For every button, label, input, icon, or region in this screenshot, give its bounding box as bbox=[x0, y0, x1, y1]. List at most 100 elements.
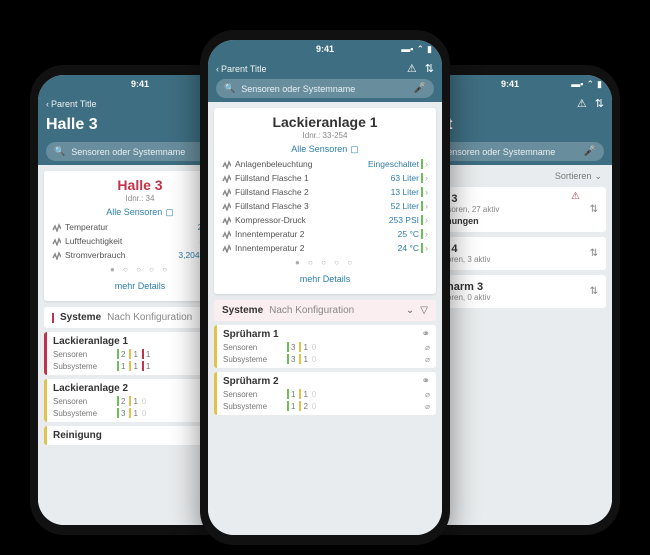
mute-icon[interactable]: ⌀ bbox=[425, 343, 430, 352]
filter-icon[interactable]: ⇅ bbox=[595, 97, 604, 110]
search-input[interactable] bbox=[241, 84, 407, 94]
systems-header: Systeme Nach Konfiguration ⌄▽ bbox=[214, 300, 436, 321]
sensor-icon bbox=[222, 216, 231, 225]
phone-center: 9:41 ▬▪⌃▮ ‹Parent Title ⚠︎⇅ 🔍 🎤 Lackiera… bbox=[200, 30, 450, 545]
mic-icon[interactable]: 🎤 bbox=[584, 146, 596, 157]
chevron-right-icon: › bbox=[425, 215, 428, 225]
stat-row: Sensoren 110 ⌀ bbox=[223, 387, 430, 399]
back-button[interactable]: ‹Parent Title bbox=[216, 64, 267, 74]
stat-label: Sensoren bbox=[53, 397, 113, 406]
chevron-left-icon: ‹ bbox=[216, 64, 219, 74]
external-icon: ▢ bbox=[165, 207, 174, 218]
all-sensors-link[interactable]: Alle Sensoren▢ bbox=[222, 144, 428, 155]
sensor-value: 253 PSI bbox=[389, 215, 419, 225]
sensor-label: Stromverbrauch bbox=[65, 250, 125, 260]
sensor-row[interactable]: Füllstand Flasche 2 13 Liter › bbox=[222, 185, 428, 199]
sensor-label: Anlagenbeleuchtung bbox=[235, 159, 313, 169]
search-icon: 🔍 bbox=[54, 146, 65, 157]
signal-icon: ▬▪ bbox=[401, 44, 413, 55]
more-details-link[interactable]: mehr Details bbox=[222, 270, 428, 288]
stat-label: Subsysteme bbox=[223, 355, 283, 364]
statusbar: 9:41 ▬▪⌃▮ bbox=[208, 40, 442, 58]
sensor-label: Temperatur bbox=[65, 222, 108, 232]
chevron-right-icon: › bbox=[425, 201, 428, 211]
settings-icon[interactable]: ⇅ bbox=[590, 248, 598, 259]
mute-icon[interactable]: ⌀ bbox=[425, 390, 430, 399]
sensor-icon bbox=[222, 244, 231, 253]
idnr: Idnr.: 33-254 bbox=[222, 131, 428, 140]
chevron-left-icon: ‹ bbox=[46, 99, 49, 109]
chevron-down-icon[interactable]: ⌄ bbox=[406, 305, 414, 316]
sensor-value: 13 Liter bbox=[391, 187, 419, 197]
card-title: Lackieranlage 1 bbox=[222, 114, 428, 130]
chevron-right-icon: › bbox=[425, 187, 428, 197]
chevron-right-icon: › bbox=[425, 159, 428, 169]
settings-icon[interactable]: ⇅ bbox=[590, 204, 598, 215]
sensor-icon bbox=[52, 237, 61, 246]
signal-icon: ▬▪ bbox=[571, 79, 583, 90]
search-input[interactable] bbox=[441, 147, 577, 157]
sensor-row[interactable]: Innentemperatur 2 25 °C › bbox=[222, 227, 428, 241]
search-icon: 🔍 bbox=[224, 83, 235, 94]
mic-icon[interactable]: 🎤 bbox=[414, 83, 426, 94]
back-button[interactable]: ‹Parent Title bbox=[46, 99, 97, 109]
status-time: 9:41 bbox=[131, 79, 149, 89]
sensor-icon bbox=[52, 223, 61, 232]
system-name: Sprüharm 2 bbox=[223, 376, 279, 387]
sensor-label: Kompressor-Druck bbox=[235, 215, 306, 225]
funnel-icon[interactable]: ▽ bbox=[420, 305, 428, 316]
sensor-value: 25 °C bbox=[398, 229, 419, 239]
sensor-icon bbox=[222, 202, 231, 211]
system-name: Lackieranlage 2 bbox=[53, 383, 128, 394]
sensor-label: Innentemperatur 2 bbox=[235, 229, 304, 239]
stat-label: Sensoren bbox=[223, 343, 283, 352]
sensor-label: Füllstand Flasche 3 bbox=[235, 201, 309, 211]
settings-icon[interactable]: ⇅ bbox=[590, 286, 598, 297]
wifi-icon: ⌃ bbox=[417, 44, 425, 55]
wifi-icon: ⌃ bbox=[587, 79, 595, 90]
warning-icon[interactable]: ⚠︎ bbox=[577, 97, 587, 110]
stat-row: Sensoren 310 ⌀ bbox=[223, 340, 430, 352]
sensor-row[interactable]: Kompressor-Druck 253 PSI › bbox=[222, 213, 428, 227]
stat-row: Subsysteme 120 ⌀ bbox=[223, 399, 430, 411]
sensor-label: Füllstand Flasche 2 bbox=[235, 187, 309, 197]
navbar: ‹Parent Title ⚠︎ ⇅ 🔍 🎤 bbox=[208, 58, 442, 102]
stat-label: Sensoren bbox=[223, 390, 283, 399]
search-input[interactable] bbox=[71, 147, 207, 157]
battery-icon: ▮ bbox=[427, 44, 432, 55]
system-card: Lackieranlage 1 Idnr.: 33-254 Alle Senso… bbox=[214, 108, 436, 294]
sensor-value: 63 Liter bbox=[391, 173, 419, 183]
pager: ● ○ ○ ○ ○ bbox=[222, 258, 428, 267]
sensor-label: Füllstand Flasche 1 bbox=[235, 173, 309, 183]
sensor-row[interactable]: Füllstand Flasche 1 63 Liter › bbox=[222, 171, 428, 185]
warning-icon[interactable]: ⚠︎ bbox=[407, 62, 417, 75]
mute-icon[interactable]: ⌀ bbox=[425, 355, 430, 364]
chevron-right-icon: › bbox=[425, 229, 428, 239]
sensor-row[interactable]: Innentemperatur 2 24 °C› bbox=[222, 241, 428, 255]
battery-icon: ▮ bbox=[597, 79, 602, 90]
chevron-right-icon: › bbox=[425, 173, 428, 183]
system-card[interactable]: Sprüharm 2 ⚭ Sensoren 110 ⌀ Subsysteme 1… bbox=[214, 372, 436, 415]
sensor-row[interactable]: Anlagenbeleuchtung Eingeschaltet › bbox=[222, 157, 428, 171]
stat-label: Subsysteme bbox=[223, 402, 283, 411]
filter-icon[interactable]: ⇅ bbox=[425, 62, 434, 75]
sensor-icon bbox=[222, 188, 231, 197]
connect-icon[interactable]: ⚭ bbox=[422, 329, 430, 340]
chevron-down-icon: ⌄ bbox=[594, 171, 602, 182]
mute-icon[interactable]: ⌀ bbox=[425, 402, 430, 411]
stat-row: Subsysteme 310 ⌀ bbox=[223, 352, 430, 364]
sensor-label: Luftfeuchtigkeit bbox=[65, 236, 122, 246]
stat-label: Subsysteme bbox=[53, 362, 113, 371]
sensor-value: 24 °C bbox=[398, 243, 419, 253]
system-name: Lackieranlage 1 bbox=[53, 336, 128, 347]
sensor-icon bbox=[222, 230, 231, 239]
connect-icon[interactable]: ⚭ bbox=[422, 376, 430, 387]
sensor-value: Eingeschaltet bbox=[368, 159, 419, 169]
chevron-right-icon: › bbox=[425, 243, 428, 253]
sensor-value: 52 Liter bbox=[391, 201, 419, 211]
sensor-row[interactable]: Füllstand Flasche 3 52 Liter › bbox=[222, 199, 428, 213]
search-field[interactable]: 🔍 🎤 bbox=[216, 79, 434, 98]
sensor-icon bbox=[52, 251, 61, 260]
alert-icon: ⚠︎ bbox=[571, 191, 580, 202]
system-card[interactable]: Sprüharm 1 ⚭ Sensoren 310 ⌀ Subsysteme 3… bbox=[214, 325, 436, 368]
